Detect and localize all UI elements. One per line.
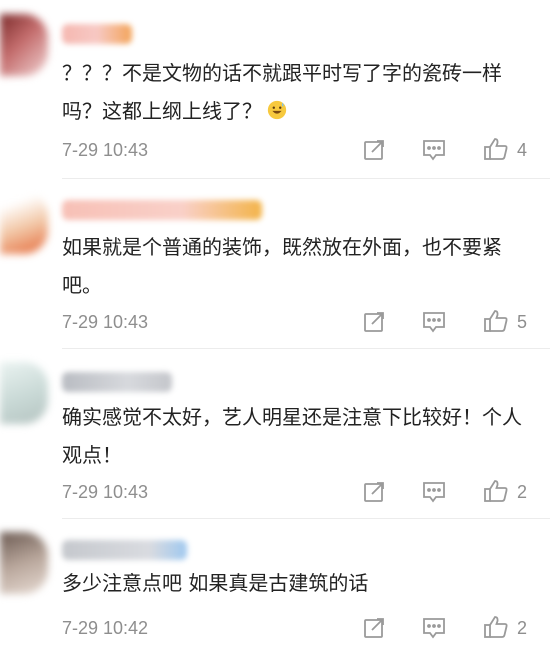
username[interactable] bbox=[62, 372, 172, 392]
forward-button[interactable] bbox=[360, 615, 388, 641]
comment-item: 确实感觉不太好，艺人明星还是注意下比较好！个人观点！ 7-29 10:43 2 bbox=[0, 348, 550, 518]
avatar[interactable] bbox=[0, 14, 48, 76]
comment-item: ？？？不是文物的话不就跟平时写了字的瓷砖一样吗？这都上纲上线了？ 7-29 10… bbox=[0, 0, 550, 178]
like-count: 2 bbox=[517, 618, 528, 638]
comment-icon bbox=[423, 140, 445, 161]
username[interactable] bbox=[62, 200, 262, 220]
comment-icon bbox=[423, 312, 445, 333]
like-button[interactable] bbox=[482, 136, 510, 162]
forward-button[interactable] bbox=[360, 137, 388, 163]
like-count: 4 bbox=[517, 140, 528, 160]
comment-text: 确实感觉不太好，艺人明星还是注意下比较好！个人观点！ bbox=[62, 405, 522, 467]
timestamp: 7-29 10:43 bbox=[62, 312, 149, 332]
timestamp: 7-29 10:43 bbox=[62, 482, 149, 502]
forward-icon bbox=[364, 482, 384, 502]
comment-text: ？？？不是文物的话不就跟平时写了字的瓷砖一样吗？这都上纲上线了？ bbox=[62, 61, 502, 123]
avatar[interactable] bbox=[0, 532, 48, 594]
forward-icon bbox=[364, 312, 384, 332]
avatar[interactable] bbox=[0, 362, 48, 424]
reply-button[interactable] bbox=[420, 479, 448, 505]
comment-icon bbox=[423, 482, 445, 503]
forward-button[interactable] bbox=[360, 309, 388, 335]
like-icon bbox=[484, 310, 508, 332]
reply-button[interactable] bbox=[420, 137, 448, 163]
like-button[interactable] bbox=[482, 614, 510, 640]
like-button[interactable] bbox=[482, 308, 510, 334]
like-icon bbox=[484, 480, 508, 502]
like-icon bbox=[484, 616, 508, 638]
comment-text: 如果就是个普通的装饰，既然放在外面，也不要紧吧。 bbox=[62, 235, 502, 297]
username[interactable] bbox=[62, 24, 132, 44]
timestamp: 7-29 10:43 bbox=[62, 140, 149, 160]
forward-icon bbox=[364, 140, 384, 160]
reply-button[interactable] bbox=[420, 615, 448, 641]
comment-item: 如果就是个普通的装饰，既然放在外面，也不要紧吧。 7-29 10:43 5 bbox=[0, 178, 550, 348]
forward-icon bbox=[364, 618, 384, 638]
grinning-sweat-emoji bbox=[267, 100, 287, 120]
like-count: 2 bbox=[517, 482, 528, 502]
comment-icon bbox=[423, 618, 445, 639]
avatar[interactable] bbox=[0, 192, 48, 254]
like-button[interactable] bbox=[482, 478, 510, 504]
like-icon bbox=[484, 138, 508, 160]
forward-button[interactable] bbox=[360, 479, 388, 505]
username[interactable] bbox=[62, 540, 187, 560]
like-count: 5 bbox=[517, 312, 528, 332]
timestamp: 7-29 10:42 bbox=[62, 618, 149, 638]
reply-button[interactable] bbox=[420, 309, 448, 335]
comment-item: 多少注意点吧 如果真是古建筑的话 7-29 10:42 2 bbox=[0, 518, 550, 651]
comment-text: 多少注意点吧 如果真是古建筑的话 bbox=[62, 571, 369, 595]
